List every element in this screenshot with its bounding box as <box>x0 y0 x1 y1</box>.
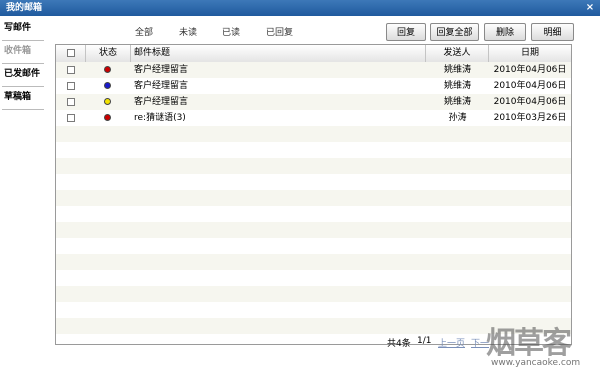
sidebar-item-drafts[interactable]: 草稿箱 <box>4 87 44 107</box>
empty-row <box>56 158 571 174</box>
sidebar-item-compose[interactable]: 写邮件 <box>4 18 44 38</box>
empty-row <box>56 254 571 270</box>
table-row[interactable]: 客户经理留言 姚维涛 2010年04月06日 <box>56 94 571 110</box>
row-sender: 姚维涛 <box>443 97 471 107</box>
filter-all[interactable]: 全部 <box>135 25 153 38</box>
empty-row <box>56 238 571 254</box>
close-icon[interactable]: × <box>585 3 595 13</box>
filter-replied[interactable]: 已回复 <box>266 25 293 38</box>
sidebar-item-sent[interactable]: 已发邮件 <box>4 64 44 84</box>
row-checkbox[interactable] <box>67 66 75 74</box>
filter-unread[interactable]: 未读 <box>179 25 197 38</box>
row-subject[interactable]: 客户经理留言 <box>134 94 188 110</box>
header-status[interactable]: 状态 <box>86 45 131 62</box>
mail-sidebar: 写邮件 收件箱 已发邮件 草稿箱 <box>0 16 47 378</box>
delete-button[interactable]: 删除 <box>484 23 526 41</box>
select-all-checkbox[interactable] <box>67 49 75 57</box>
table-row[interactable]: re:猜谜语(3) 孙涛 2010年03月26日 <box>56 110 571 126</box>
empty-row <box>56 126 571 142</box>
row-date: 2010年03月26日 <box>493 113 567 123</box>
row-checkbox[interactable] <box>67 98 75 106</box>
row-subject[interactable]: 客户经理留言 <box>134 78 188 94</box>
pager-prev-link[interactable]: 上一页 <box>438 336 465 349</box>
header-sender[interactable]: 发送人 <box>426 45 489 62</box>
empty-row <box>56 270 571 286</box>
header-select-cell <box>56 45 86 62</box>
status-dot-icon <box>104 82 111 89</box>
header-subject[interactable]: 邮件标题 <box>131 45 426 62</box>
row-sender: 姚维涛 <box>443 65 471 75</box>
table-header: 状态 邮件标题 发送人 日期 <box>56 45 571 63</box>
row-date: 2010年04月06日 <box>493 97 567 107</box>
row-subject[interactable]: re:猜谜语(3) <box>134 110 186 126</box>
status-dot-icon <box>104 66 111 73</box>
row-date: 2010年04月06日 <box>493 81 567 91</box>
sidebar-item-inbox[interactable]: 收件箱 <box>4 41 44 61</box>
detail-button[interactable]: 明细 <box>531 23 574 41</box>
row-sender: 孙涛 <box>448 113 467 123</box>
mail-list-table: 状态 邮件标题 发送人 日期 客户经理留言 姚维涛 2010年04月06日 客户… <box>55 44 572 345</box>
sidebar-divider <box>2 109 44 110</box>
row-sender: 姚维涛 <box>443 81 471 91</box>
row-checkbox[interactable] <box>67 114 75 122</box>
status-dot-icon <box>104 114 111 121</box>
window-title: 我的邮箱 <box>6 3 43 13</box>
reply-button[interactable]: 回复 <box>386 23 426 41</box>
row-subject[interactable]: 客户经理留言 <box>134 62 188 78</box>
empty-row <box>56 190 571 206</box>
empty-row <box>56 286 571 302</box>
watermark-logo: 烟草客 www.yancaoke.com <box>478 318 598 376</box>
row-date: 2010年04月06日 <box>493 65 567 75</box>
empty-row <box>56 206 571 222</box>
pager-page: 1/1 <box>417 336 432 346</box>
pager-total: 共4条 <box>387 339 411 349</box>
empty-row <box>56 222 571 238</box>
empty-row <box>56 174 571 190</box>
watermark-url: www.yancaoke.com <box>491 358 581 368</box>
header-date[interactable]: 日期 <box>489 45 571 62</box>
empty-row <box>56 142 571 158</box>
watermark-brand: 烟草客 <box>486 326 572 361</box>
table-row[interactable]: 客户经理留言 姚维涛 2010年04月06日 <box>56 78 571 94</box>
row-checkbox[interactable] <box>67 82 75 90</box>
table-row[interactable]: 客户经理留言 姚维涛 2010年04月06日 <box>56 62 571 78</box>
reply-all-button[interactable]: 回复全部 <box>430 23 479 41</box>
empty-row <box>56 302 571 318</box>
filter-read[interactable]: 已读 <box>222 25 240 38</box>
status-dot-icon <box>104 98 111 105</box>
window-titlebar: 我的邮箱 × <box>0 0 600 16</box>
